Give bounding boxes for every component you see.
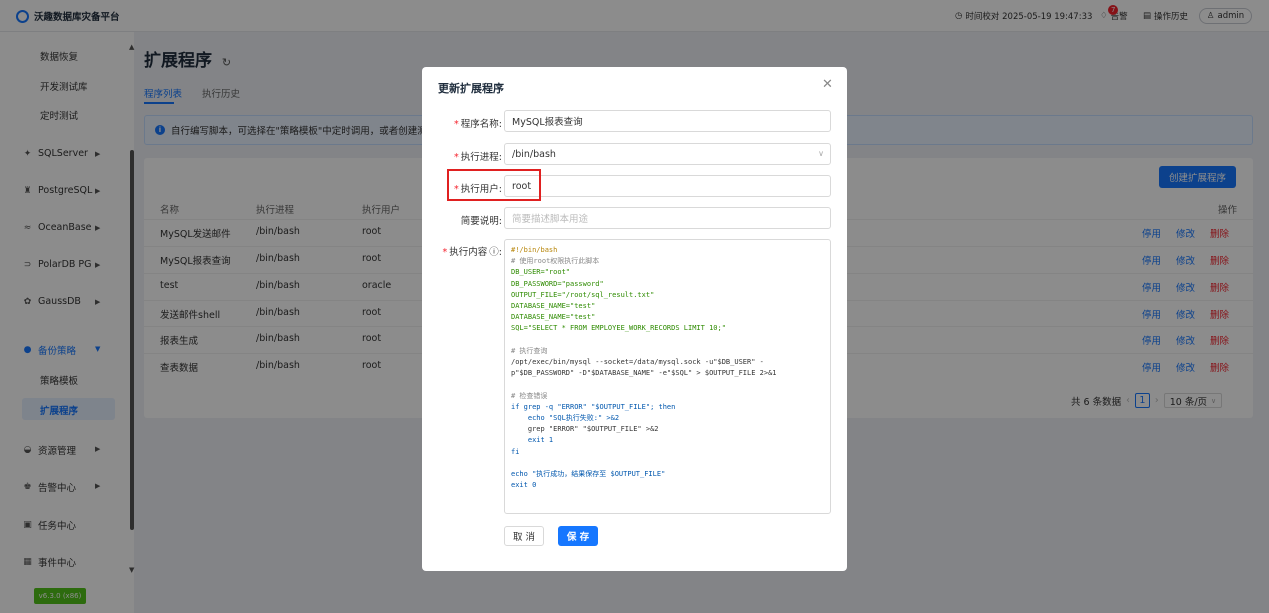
highlight-box bbox=[447, 169, 541, 201]
code-line: #!/bin/bash bbox=[511, 246, 558, 254]
code-line: # 使用root权限执行此脚本 bbox=[511, 257, 600, 266]
code-line: OUTPUT_FILE="/root/sql_result.txt" bbox=[511, 290, 655, 299]
description-input[interactable]: 简要描述脚本用途 bbox=[504, 207, 831, 229]
close-icon[interactable]: ✕ bbox=[822, 77, 833, 92]
code-line: DB_PASSWORD="password" bbox=[511, 279, 604, 288]
code-line: if grep -q "ERROR" "$OUTPUT_FILE"; then bbox=[511, 402, 676, 411]
code-line: SQL="SELECT * FROM EMPLOYEE_WORK_RECORDS… bbox=[511, 324, 726, 333]
help-icon[interactable]: ⓘ bbox=[489, 247, 499, 258]
code-line: grep "ERROR" "$OUTPUT_FILE" >&2 bbox=[511, 425, 659, 434]
code-line: echo "SQL执行失败:" >&2 bbox=[511, 414, 620, 423]
description-label-text: 简要说明: bbox=[460, 216, 502, 227]
exec-user-input[interactable]: root bbox=[504, 175, 831, 197]
code-line: /opt/exec/bin/mysql --socket=/data/mysql… bbox=[511, 358, 764, 367]
program-name-value: MySQL报表查询 bbox=[512, 117, 583, 128]
required-mark: * bbox=[442, 247, 448, 258]
save-button[interactable]: 保 存 bbox=[558, 526, 598, 546]
script-editor[interactable]: #!/bin/bash # 使用root权限执行此脚本 DB_USER="root"… bbox=[504, 239, 831, 514]
process-label: * 执行进程: bbox=[422, 149, 502, 163]
code-line: exit 0 bbox=[511, 481, 537, 490]
program-name-label-text: 程序名称: bbox=[460, 119, 502, 130]
dialog-title: 更新扩展程序 bbox=[438, 82, 504, 95]
process-select[interactable]: /bin/bash ∨ bbox=[504, 143, 831, 165]
required-mark: * bbox=[454, 152, 459, 163]
program-name-input[interactable]: MySQL报表查询 bbox=[504, 110, 831, 132]
code-line: # 执行查询 bbox=[511, 346, 548, 355]
cancel-button[interactable]: 取 消 bbox=[504, 526, 544, 546]
description-label: 简要说明: bbox=[422, 213, 502, 227]
code-line: DATABASE_NAME="test" bbox=[511, 313, 596, 322]
code-line: DB_USER="root" bbox=[511, 268, 571, 277]
update-extension-dialog: 更新扩展程序 ✕ * 程序名称: MySQL报表查询 * 执行进程: /bin/ba… bbox=[422, 67, 847, 571]
process-value: /bin/bash bbox=[512, 148, 556, 160]
code-line: p"$DB_PASSWORD" -D"$DATABASE_NAME" -e"$S… bbox=[511, 369, 777, 378]
chevron-down-icon: ∨ bbox=[818, 149, 824, 158]
code-line: fi bbox=[511, 447, 520, 456]
code-line: echo "执行成功，结果保存至 $OUTPUT_FILE" bbox=[511, 470, 666, 479]
content-label-text: 执行内容 bbox=[449, 247, 488, 258]
program-name-label: * 程序名称: bbox=[422, 116, 502, 130]
code-line: # 检查错误 bbox=[511, 391, 548, 400]
description-placeholder: 简要描述脚本用途 bbox=[512, 214, 589, 225]
code-line: exit 1 bbox=[511, 436, 554, 445]
process-label-text: 执行进程: bbox=[460, 152, 502, 163]
colon: : bbox=[498, 247, 502, 258]
content-label: * 执行内容 ⓘ: bbox=[422, 244, 502, 258]
required-mark: * bbox=[454, 119, 459, 130]
code-line: DATABASE_NAME="test" bbox=[511, 302, 596, 311]
